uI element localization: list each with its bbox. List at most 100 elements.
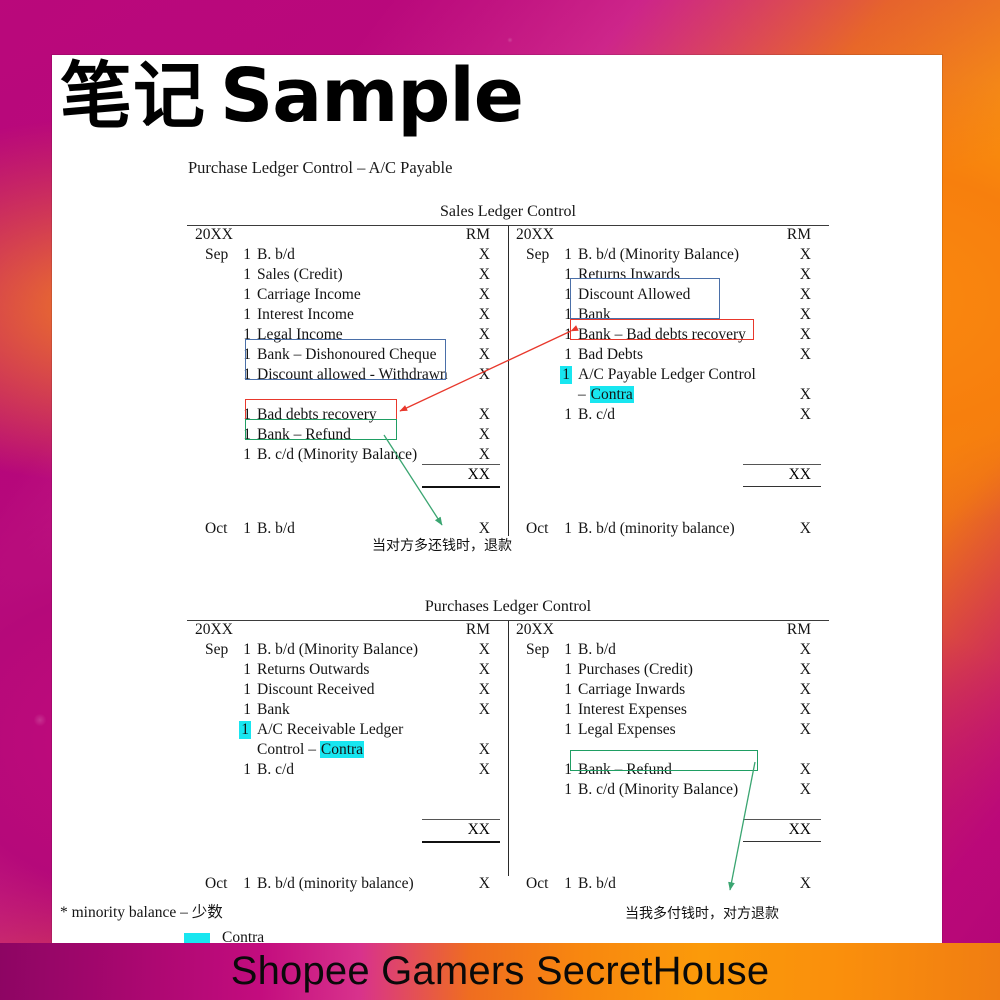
row-day: 1: [243, 874, 251, 892]
row-day: 1: [564, 780, 572, 798]
table-row: Sep 1 B. b/d X: [187, 246, 508, 266]
row-amount: X: [799, 874, 811, 892]
row-amount: X: [799, 325, 811, 343]
ledger-total-amount: XX: [788, 820, 811, 838]
row-day: 1: [564, 640, 572, 658]
row-desc: Legal Income: [257, 325, 343, 343]
ledger-purchases-ledger-control: Purchases Ledger Control 20XX RM Sep 1 B…: [187, 598, 829, 892]
table-row: 1 Returns Inwards X: [508, 266, 829, 286]
ledger-currency-label: RM: [465, 225, 490, 243]
ledger-debit-side: 20XX RM Sep 1 B. b/d X 1 Sales (Credit) …: [187, 226, 508, 540]
row-month: Sep: [526, 245, 550, 263]
ledger-total-row: XX: [187, 818, 508, 843]
row-month: Oct: [526, 519, 549, 537]
table-row-spacer: [187, 486, 508, 506]
row-day: 1: [243, 760, 251, 778]
row-amount: X: [478, 680, 490, 698]
table-row-spacer: [187, 781, 508, 801]
row-desc: Carriage Inwards: [578, 680, 686, 698]
row-desc: Bank – Dishonoured Cheque: [257, 345, 437, 363]
row-amount: X: [799, 780, 811, 798]
row-desc: Bad Debts: [578, 345, 644, 363]
row-day: 1: [564, 305, 572, 323]
row-amount: X: [799, 680, 811, 698]
ledger-total-amount: XX: [788, 465, 811, 483]
row-day: 1: [564, 760, 572, 778]
table-row-spacer: [187, 841, 508, 861]
table-row: 1 Bank – Dishonoured Cheque X: [187, 346, 508, 366]
row-amount: X: [799, 720, 811, 738]
row-amount: X: [799, 385, 811, 403]
table-row: 1 A/C Payable Ledger Control: [508, 365, 829, 386]
row-day: 1: [564, 265, 572, 283]
table-row: 1 Discount Allowed X: [508, 286, 829, 306]
row-day: 1: [239, 720, 251, 739]
row-desc: B. c/d: [257, 760, 295, 778]
row-desc: B. b/d (Minority Balance): [578, 245, 739, 263]
table-row-spacer: [508, 446, 829, 466]
footnote-minority-balance: * minority balance – 少数: [60, 904, 223, 921]
row-amount: X: [478, 365, 490, 383]
row-amount: X: [478, 425, 490, 443]
note-refund-sales: 当对方多还钱时，退款: [372, 538, 512, 554]
row-day: 1: [564, 720, 572, 738]
ledger-total-row: XX: [187, 463, 508, 488]
row-day: 1: [243, 325, 251, 343]
row-day: 1: [564, 325, 572, 343]
row-amount: X: [799, 305, 811, 323]
row-desc: Discount Allowed: [578, 285, 691, 303]
table-row: 1 Bank – Refund X: [187, 426, 508, 446]
row-day: 1: [243, 640, 251, 658]
row-day: 1: [243, 445, 251, 463]
page-title: 笔记 Sample: [60, 59, 524, 133]
legend-contra-label: Contra: [222, 929, 265, 943]
row-day: 1: [243, 425, 251, 443]
row-day: 1: [564, 245, 572, 263]
table-row: 1 Bank – Bad debts recovery X: [508, 326, 829, 346]
document-subtitle: Purchase Ledger Control – A/C Payable: [188, 158, 453, 177]
row-desc: B. b/d: [578, 640, 616, 658]
row-desc: Legal Expenses: [578, 720, 676, 738]
ledger-header-row: 20XX RM: [187, 226, 508, 246]
row-day: 1: [564, 680, 572, 698]
ledger-sales-ledger-control: Sales Ledger Control 20XX RM Sep 1 B. b/…: [187, 203, 829, 537]
row-day: 1: [243, 305, 251, 323]
row-day: 1: [243, 680, 251, 698]
row-day: 1: [564, 345, 572, 363]
row-amount: X: [478, 245, 490, 263]
row-desc: B. b/d: [257, 519, 295, 537]
ledger-currency-label: RM: [786, 620, 811, 638]
document-sheet: 笔记 Sample Purchase Ledger Control – A/C P…: [52, 55, 942, 943]
row-day: 1: [243, 265, 251, 283]
row-desc: Purchases (Credit): [578, 660, 693, 678]
row-month: Oct: [526, 874, 549, 892]
row-amount: X: [478, 305, 490, 323]
row-amount: X: [478, 445, 490, 463]
ledger-body: 20XX RM Sep 1 B. b/d X 1 Sales (Credit) …: [187, 224, 829, 537]
ledger-year-label: 20XX: [516, 225, 554, 243]
row-day: 1: [243, 345, 251, 363]
total-rule-top: [422, 463, 500, 465]
row-desc: Bank – Refund: [578, 760, 672, 778]
total-rule-top: [743, 818, 821, 820]
ledger-year-label: 20XX: [195, 225, 233, 243]
table-row: – Contra X: [508, 385, 829, 406]
row-amount: X: [799, 285, 811, 303]
row-amount: X: [799, 245, 811, 263]
row-desc: Discount Received: [257, 680, 375, 698]
row-month: Sep: [205, 640, 229, 658]
table-row: 1 A/C Receivable Ledger: [187, 720, 508, 741]
table-row: Sep 1 B. b/d X: [508, 641, 829, 661]
table-row: 1 B. c/d X: [187, 761, 508, 781]
table-row: 1 Interest Expenses X: [508, 701, 829, 721]
row-amount: X: [799, 405, 811, 423]
row-day: 1: [564, 285, 572, 303]
row-desc: Control – Contra: [257, 740, 365, 758]
table-row-spacer: [508, 486, 829, 506]
row-day: 1: [243, 245, 251, 263]
row-desc: Bank: [257, 700, 290, 718]
table-row: 1 Carriage Income X: [187, 286, 508, 306]
row-desc: B. c/d (Minority Balance): [257, 445, 418, 463]
row-desc: B. b/d: [578, 874, 616, 892]
table-row-carry-down: Oct 1 B. b/d (minority balance) X: [508, 520, 829, 540]
